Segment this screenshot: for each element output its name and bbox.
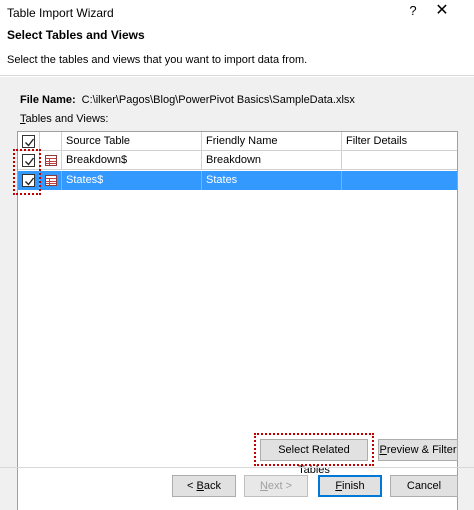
row-checkbox-cell[interactable] [18,151,40,170]
file-name-row: File Name: C:\ilker\Pagos\Blog\PowerPivot… [20,94,355,106]
column-header-filter-details[interactable]: Filter Details [342,132,457,151]
page-description: Select the tables and views that you wan… [7,54,308,66]
tables-and-views-label: Tables and Views: [20,113,109,125]
table-row-selected[interactable]: States$ States [18,171,457,190]
preview-filter-button[interactable]: Preview & Filter [378,439,458,461]
friendly-name-cell[interactable]: States [202,171,342,190]
table-icon [45,175,57,186]
source-table-cell[interactable]: States$ [62,171,202,190]
cancel-button[interactable]: Cancel [390,475,458,497]
table-icon-cell [40,171,62,190]
finish-button[interactable]: Finish [318,475,382,497]
title-bar: Table Import Wizard ? ✕ [0,0,474,24]
source-table-cell[interactable]: Breakdown$ [62,151,202,170]
column-header-friendly-name[interactable]: Friendly Name [202,132,342,151]
footer-divider [0,467,474,468]
table-icon [45,155,57,166]
row-checkbox[interactable] [22,174,35,187]
close-button[interactable]: ✕ [431,1,453,23]
friendly-name-cell[interactable]: Breakdown [202,151,342,170]
table-row[interactable]: Breakdown$ Breakdown [18,151,457,170]
select-all-cell[interactable] [18,132,40,151]
file-path: C:\ilker\Pagos\Blog\PowerPivot Basics\Sa… [81,94,355,106]
table-icon-cell [40,151,62,170]
wizard-header: Select Tables and Views Select the table… [0,24,474,76]
row-checkbox[interactable] [22,154,35,167]
wizard-body: File Name: C:\ilker\Pagos\Blog\PowerPivot… [0,77,474,510]
next-button[interactable]: Next > [244,475,308,497]
filter-details-cell[interactable] [342,171,457,190]
row-checkbox-cell[interactable] [18,171,40,190]
file-name-label: File Name: [20,94,76,106]
filter-details-cell[interactable] [342,151,457,170]
column-header-source-table[interactable]: Source Table [62,132,202,151]
back-button[interactable]: < Back [172,475,236,497]
select-all-checkbox[interactable] [22,135,35,148]
icon-column-header [40,132,62,151]
help-button[interactable]: ? [403,3,423,21]
grid-header: Source Table Friendly Name Filter Detail… [18,132,457,151]
select-related-tables-button[interactable]: Select Related Tables [260,439,368,476]
window-title: Table Import Wizard [7,6,114,20]
page-title: Select Tables and Views [7,28,145,42]
